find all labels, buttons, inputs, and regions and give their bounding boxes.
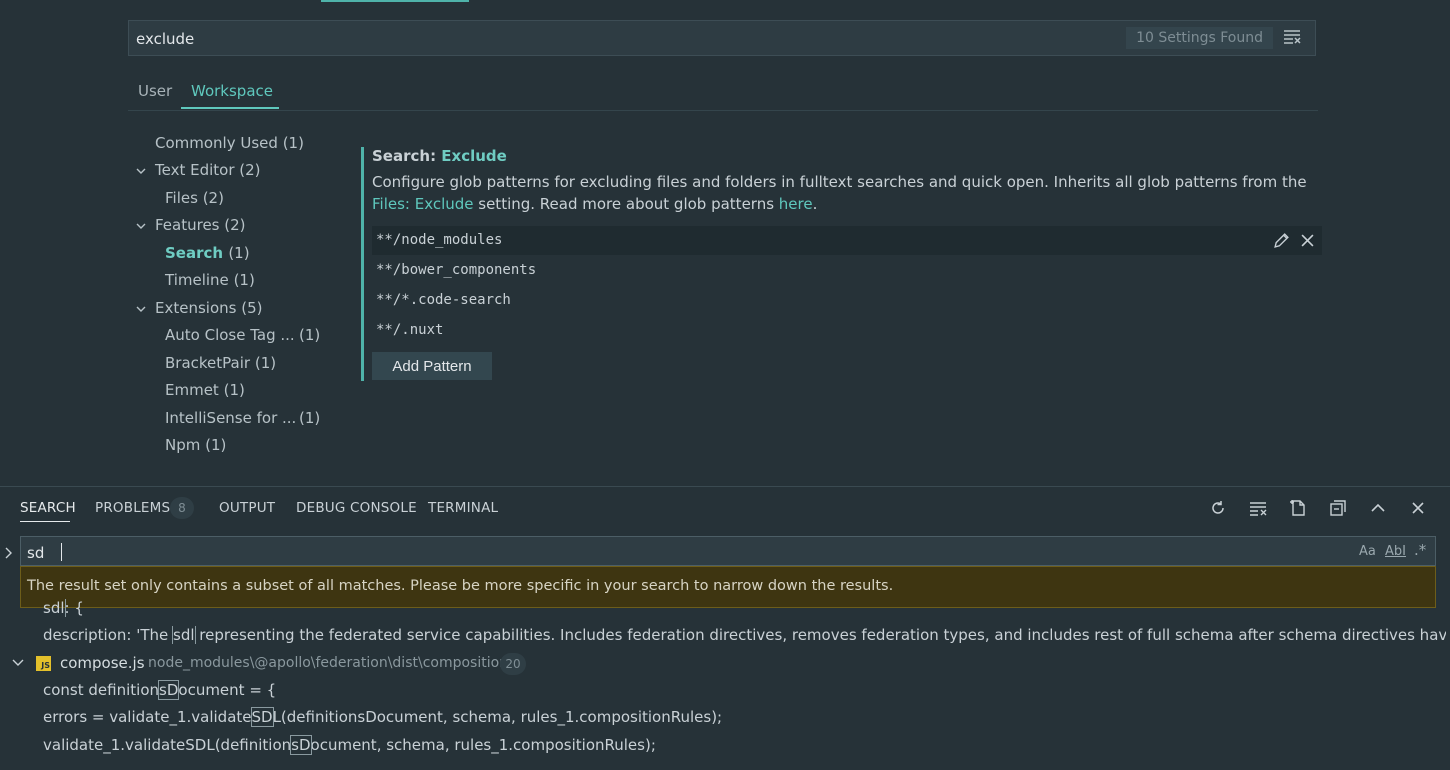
panel-tab-debug-console[interactable]: DEBUG CONSOLE	[296, 500, 417, 516]
panel-tab-terminal[interactable]: TERMINAL	[428, 500, 498, 516]
tab-user[interactable]: User	[138, 82, 172, 100]
result-file-path: node_modules\@apollo\federation\dist\com…	[148, 655, 509, 671]
panel-tab-search[interactable]: SEARCH	[20, 500, 76, 516]
panel-search-input[interactable]: sd	[27, 544, 44, 562]
pattern-item[interactable]: **/bower_components	[372, 256, 1322, 285]
clear-filter-icon[interactable]	[1283, 29, 1301, 45]
search-result-line[interactable]: const definitionsDocument = {	[43, 680, 276, 700]
panel-search-box[interactable]: sd Aa AbI .*	[20, 536, 1436, 566]
pattern-item[interactable]: **/*.code-search	[372, 286, 1322, 315]
result-count-badge: 20	[500, 653, 526, 675]
use-regex-toggle[interactable]: .*	[1414, 541, 1426, 559]
panel-tab-output[interactable]: OUTPUT	[219, 500, 275, 516]
pattern-item[interactable]: **/node_modules	[372, 226, 1322, 255]
chevron-down-icon[interactable]	[12, 658, 24, 668]
glob-here-link[interactable]: here	[779, 195, 813, 213]
toc-item-search[interactable]: Search (1)	[165, 244, 250, 262]
setting-description: Configure glob patterns for excluding fi…	[372, 173, 1307, 213]
new-search-editor-icon[interactable]	[1289, 499, 1307, 517]
settings-search-input[interactable]: exclude	[136, 30, 194, 48]
toc-item-files[interactable]: Files (2)	[165, 189, 224, 207]
toc-item-commonly-used[interactable]: Commonly Used (1)	[155, 134, 304, 152]
chevron-down-icon[interactable]	[136, 166, 146, 176]
settings-scope-tabs: User Workspace	[128, 78, 1318, 111]
add-pattern-button[interactable]: Add Pattern	[372, 352, 492, 380]
match-case-toggle[interactable]: Aa	[1359, 544, 1376, 559]
search-result-line[interactable]: sdl: {	[43, 599, 84, 617]
chevron-down-icon[interactable]	[136, 221, 146, 231]
toc-item-npm[interactable]: Npm (1)	[165, 436, 226, 454]
editor-tab-active-indicator	[321, 0, 469, 2]
settings-found-badge: 10 Settings Found	[1126, 27, 1273, 49]
files-exclude-link[interactable]: Files: Exclude	[372, 195, 474, 213]
search-result-line[interactable]: description: 'The sdl representing the f…	[43, 626, 1446, 644]
toc-item-timeline[interactable]: Timeline (1)	[165, 271, 255, 289]
toc-item-text-editor[interactable]: Text Editor (2)	[155, 161, 261, 179]
text-caret	[61, 543, 62, 561]
toc-item-auto-close-tag[interactable]: Auto Close Tag ... (1)	[165, 326, 320, 344]
refresh-icon[interactable]	[1209, 499, 1227, 517]
tab-workspace[interactable]: Workspace	[181, 82, 283, 100]
search-result-file[interactable]: JS compose.js node_modules\@apollo\feder…	[0, 652, 1450, 675]
chevron-down-icon[interactable]	[136, 304, 146, 314]
setting-title: Search: Exclude	[372, 147, 507, 165]
toc-item-features[interactable]: Features (2)	[155, 216, 246, 234]
toc-item-extensions[interactable]: Extensions (5)	[155, 299, 262, 317]
toc-item-bracketpair[interactable]: BracketPair (1)	[165, 354, 276, 372]
chevron-right-icon[interactable]	[3, 546, 13, 560]
search-result-line[interactable]: errors = validate_1.validateSDL(definiti…	[43, 707, 722, 727]
close-panel-icon[interactable]	[1409, 499, 1427, 517]
js-file-icon: JS	[36, 656, 51, 671]
toc-item-intellisense[interactable]: IntelliSense for ... (1)	[165, 409, 320, 427]
settings-search-box[interactable]: exclude 10 Settings Found	[128, 20, 1316, 56]
tab-workspace-underline	[181, 107, 279, 109]
setting-focus-indicator	[361, 147, 364, 381]
toc-item-emmet[interactable]: Emmet (1)	[165, 381, 245, 399]
panel-tab-search-underline	[20, 521, 70, 522]
result-file-name: compose.js	[60, 654, 145, 672]
remove-icon[interactable]	[1301, 234, 1314, 247]
edit-pencil-icon[interactable]	[1273, 232, 1290, 249]
problems-count-badge: 8	[170, 497, 194, 519]
chevron-up-icon[interactable]	[1369, 499, 1387, 517]
clear-results-icon[interactable]	[1249, 499, 1267, 517]
collapse-all-icon[interactable]	[1329, 499, 1347, 517]
search-result-line[interactable]: validate_1.validateSDL(definitionsDocume…	[43, 735, 656, 755]
panel-tab-problems[interactable]: PROBLEMS	[95, 500, 170, 516]
match-whole-word-toggle[interactable]: AbI	[1385, 544, 1406, 559]
pattern-item[interactable]: **/.nuxt	[372, 316, 1322, 345]
search-warning-message: The result set only contains a subset of…	[20, 566, 1436, 608]
